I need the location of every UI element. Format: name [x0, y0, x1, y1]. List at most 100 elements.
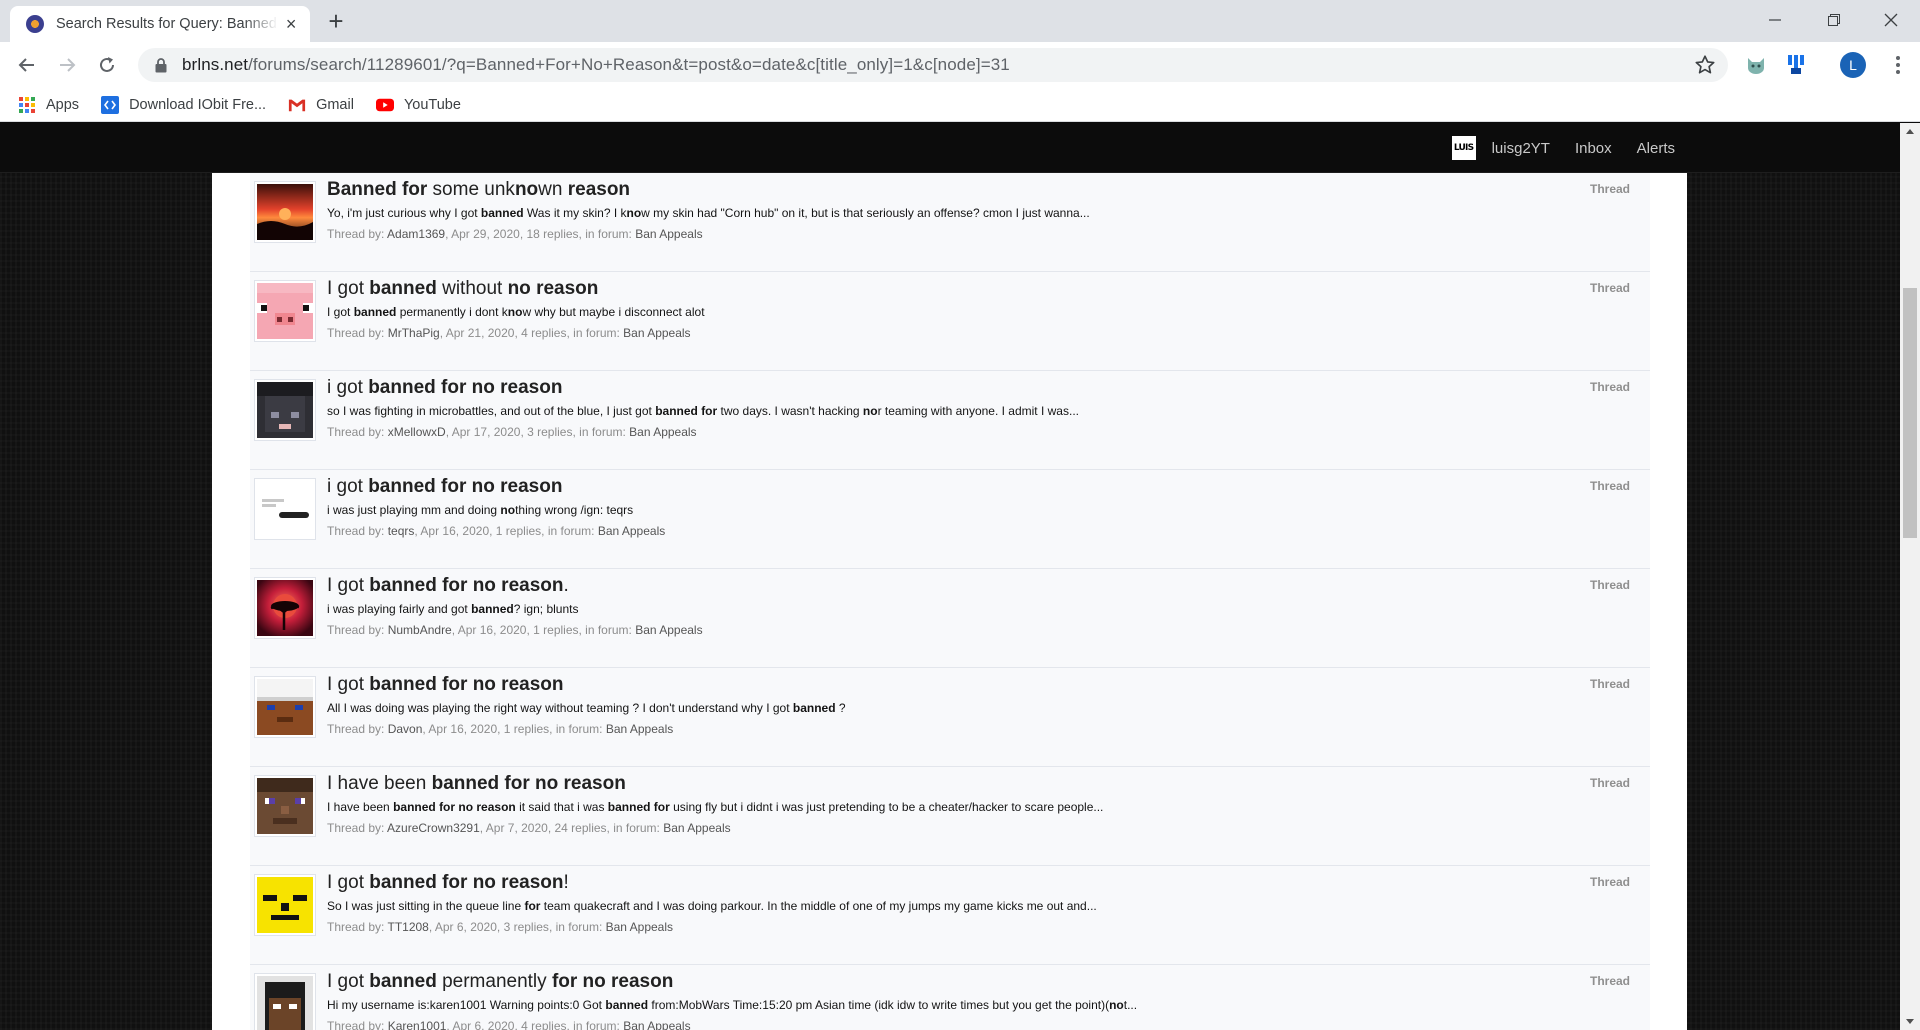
result-snippet[interactable]: Hi my username is:karen1001 Warning poin…	[327, 998, 1137, 1012]
forum-link[interactable]: Ban Appeals	[629, 425, 696, 439]
result-author-avatar[interactable]	[254, 973, 316, 1030]
forum-link[interactable]: Ban Appeals	[606, 722, 673, 736]
browser-menu-icon[interactable]	[1885, 52, 1911, 78]
author-link[interactable]: xMellowxD	[388, 425, 446, 439]
forum-link[interactable]: Ban Appeals	[623, 326, 690, 340]
result-author-avatar[interactable]	[254, 874, 316, 936]
result-title-link[interactable]: I got banned permanently for no reason	[327, 971, 673, 993]
author-link[interactable]: AzureCrown3291	[387, 821, 480, 835]
result-author-avatar[interactable]	[254, 775, 316, 837]
forward-button[interactable]	[50, 48, 84, 82]
result-title-link[interactable]: I got banned for no reason	[327, 674, 564, 696]
result-author-avatar[interactable]	[254, 181, 316, 243]
window-close-button[interactable]	[1862, 0, 1920, 40]
search-result-row: I got banned permanently for no reason Hi…	[250, 965, 1650, 1030]
snippet-text: from:MobWars Time:15:20 pm Asian time (i…	[648, 998, 1110, 1012]
user-avatar[interactable]: LUIS	[1451, 136, 1476, 160]
result-title-link[interactable]: Banned for some unknown reason	[327, 179, 630, 201]
avatar-image	[257, 382, 313, 438]
scrollbar-thumb[interactable]	[1903, 288, 1917, 538]
title-highlight: banned for no reason	[368, 476, 563, 497]
tab-close-icon[interactable]: ×	[284, 14, 298, 34]
back-button[interactable]	[10, 48, 44, 82]
result-title-link[interactable]: I got banned for no reason!	[327, 872, 569, 894]
title-highlight: for no reason	[551, 971, 674, 992]
author-link[interactable]: NumbAndre	[388, 623, 452, 637]
forum-link[interactable]: Ban Appeals	[623, 1019, 690, 1030]
browser-tab-active[interactable]: Search Results for Query: Banned For No …	[10, 6, 310, 42]
reload-button[interactable]	[90, 48, 124, 82]
forum-link[interactable]: Ban Appeals	[598, 524, 665, 538]
thread-by-label: Thread by:	[327, 425, 388, 439]
result-title-link[interactable]: I got banned for no reason.	[327, 575, 569, 597]
scroll-up-icon[interactable]	[1900, 123, 1920, 140]
result-snippet[interactable]: All I was doing was playing the right wa…	[327, 701, 846, 715]
bookmark-iobit[interactable]: Download IObit Fre...	[101, 95, 266, 114]
bookmark-youtube[interactable]: YouTube	[375, 96, 461, 114]
post-date: Apr 16, 2020	[457, 623, 527, 637]
forum-link[interactable]: Ban Appeals	[635, 227, 702, 241]
extension-cat-icon[interactable]	[1742, 51, 1770, 79]
forum-link[interactable]: Ban Appeals	[663, 821, 730, 835]
author-link[interactable]: MrThaPig	[388, 326, 440, 340]
result-title-link[interactable]: I got banned without no reason	[327, 278, 598, 300]
title-highlight: banned for no reason	[431, 773, 626, 794]
reply-count: 3 replies	[503, 920, 549, 934]
alerts-link[interactable]: Alerts	[1637, 140, 1675, 157]
result-title-link[interactable]: I have been banned for no reason	[327, 773, 626, 795]
result-type-label: Thread	[1589, 974, 1630, 988]
result-author-avatar[interactable]	[254, 379, 316, 441]
search-result-row: i got banned for no reason i was just pla…	[250, 470, 1650, 569]
result-author-avatar[interactable]	[254, 478, 316, 540]
result-author-avatar[interactable]	[254, 676, 316, 738]
window-minimize-button[interactable]	[1746, 0, 1804, 40]
result-meta: Thread by: xMellowxD, Apr 17, 2020, 3 re…	[327, 425, 697, 439]
in-forum-label: , in forum:	[572, 425, 630, 439]
address-bar[interactable]: brlns.net/forums/search/11289601/?q=Bann…	[138, 48, 1728, 82]
snippet-highlight: no	[862, 404, 878, 418]
author-link[interactable]: Karen1001	[388, 1019, 447, 1030]
result-author-avatar[interactable]	[254, 280, 316, 342]
post-date: Apr 21, 2020	[445, 326, 515, 340]
new-tab-button[interactable]: +	[322, 8, 350, 36]
result-snippet[interactable]: Yo, i'm just curious why I got banned Wa…	[327, 206, 1090, 220]
result-author-avatar[interactable]	[254, 577, 316, 639]
result-title-link[interactable]: i got banned for no reason	[327, 377, 562, 399]
result-title-link[interactable]: i got banned for no reason	[327, 476, 562, 498]
extension-shield-icon[interactable]	[1782, 51, 1810, 79]
title-text: i got	[327, 476, 369, 497]
result-snippet[interactable]: So I was just sitting in the queue line …	[327, 899, 1097, 913]
url-host: brlns.net	[182, 55, 249, 74]
result-type-label: Thread	[1589, 578, 1630, 592]
result-meta: Thread by: AzureCrown3291, Apr 7, 2020 , …	[327, 821, 731, 835]
reply-count: 4 replies	[521, 1019, 567, 1030]
reply-count: 1 replies	[503, 722, 550, 736]
search-result-row: i got banned for no reason so I was fight…	[250, 371, 1650, 470]
bookmark-gmail[interactable]: Gmail	[288, 96, 354, 114]
result-snippet[interactable]: I got banned permanently i dont know why…	[327, 305, 705, 319]
author-link[interactable]: teqrs	[388, 524, 415, 538]
profile-avatar[interactable]: L	[1840, 52, 1866, 78]
author-link[interactable]: TT1208	[387, 920, 428, 934]
separator: ,	[489, 524, 496, 538]
bookmark-apps[interactable]: Apps	[18, 96, 79, 114]
forum-link[interactable]: Ban Appeals	[635, 623, 702, 637]
result-snippet[interactable]: I have been banned for no reason it said…	[327, 800, 1103, 814]
post-date: Apr 17, 2020	[451, 425, 521, 439]
result-snippet[interactable]: i was just playing mm and doing nothing …	[327, 503, 633, 517]
scroll-down-icon[interactable]	[1900, 1013, 1920, 1030]
avatar-image	[257, 679, 313, 735]
url-text[interactable]: brlns.net/forums/search/11289601/?q=Bann…	[182, 55, 1010, 75]
snippet-highlight: banned	[471, 602, 514, 616]
result-snippet[interactable]: i was playing fairly and got banned? ign…	[327, 602, 578, 616]
author-link[interactable]: Adam1369	[387, 227, 445, 241]
username-link[interactable]: luisg2YT	[1492, 140, 1550, 157]
author-link[interactable]: Davon	[388, 722, 423, 736]
window-restore-button[interactable]	[1805, 0, 1863, 40]
inbox-link[interactable]: Inbox	[1575, 140, 1612, 157]
result-snippet[interactable]: so I was fighting in microbattles, and o…	[327, 404, 1079, 418]
page-scrollbar[interactable]	[1900, 123, 1920, 1030]
forum-link[interactable]: Ban Appeals	[606, 920, 673, 934]
snippet-text: All I was doing was playing the right wa…	[327, 701, 793, 715]
bookmark-star-icon[interactable]	[1694, 54, 1716, 76]
